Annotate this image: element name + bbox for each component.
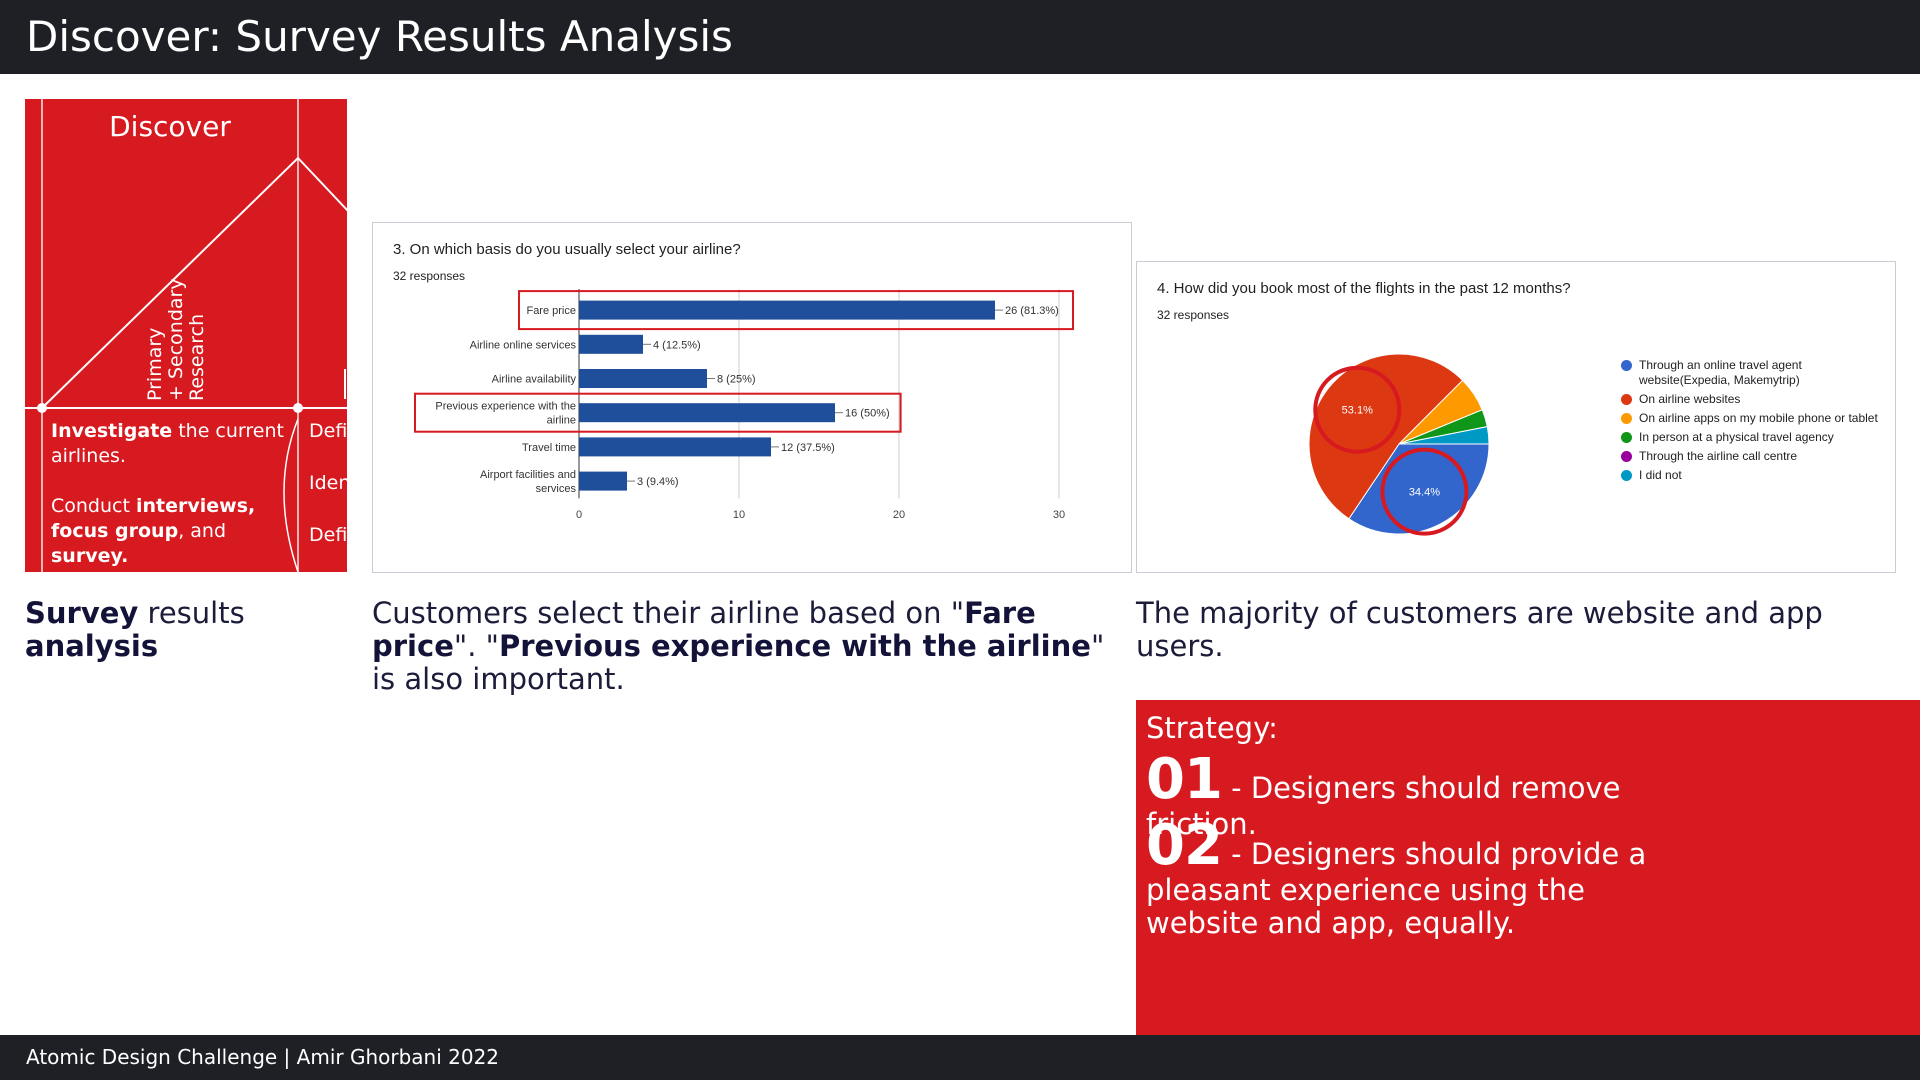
define-label-1: Defi bbox=[309, 420, 347, 442]
rotated-label-primary: Primary bbox=[144, 327, 166, 401]
x-tick-label: 10 bbox=[733, 509, 745, 521]
caption-bold-survey: Survey bbox=[25, 596, 139, 630]
caption-bold-previous-experience: Previous experience with the airline bbox=[499, 629, 1091, 663]
strategy-heading: Strategy: bbox=[1146, 711, 1278, 745]
category-label: Airline online services bbox=[470, 339, 577, 351]
data-label: 16 (50%) bbox=[845, 408, 890, 420]
category-label: Airport facilities and bbox=[480, 469, 576, 481]
bar bbox=[579, 471, 627, 491]
x-tick-label: 20 bbox=[893, 509, 905, 521]
survey-bold: survey. bbox=[51, 545, 129, 567]
strategy-box: Strategy: 01 - Designers should remove f… bbox=[1136, 700, 1920, 1035]
caption-center-b: ". " bbox=[453, 629, 499, 663]
double-diamond-panel: Discover Primary + Secondary Research In… bbox=[25, 99, 347, 572]
caption-bold-analysis: analysis bbox=[25, 629, 159, 663]
legend-item: I did not bbox=[1621, 468, 1881, 483]
legend-swatch bbox=[1621, 451, 1632, 462]
bar bbox=[579, 300, 995, 320]
data-label: 26 (81.3%) bbox=[1005, 305, 1059, 317]
pie-chart-card: 4. How did you book most of the flights … bbox=[1136, 261, 1896, 573]
strategy-number-2: 02 bbox=[1146, 813, 1223, 878]
caption-mid: results bbox=[138, 596, 245, 630]
data-label: 4 (12.5%) bbox=[653, 339, 701, 351]
pie-slice-label: 53.1% bbox=[1342, 405, 1373, 417]
legend-label: On airline websites bbox=[1639, 392, 1741, 406]
legend-item: On airline websites bbox=[1621, 392, 1881, 407]
data-label: 3 (9.4%) bbox=[637, 476, 679, 488]
investigate-bold: Investigate bbox=[51, 420, 173, 442]
category-label: Fare price bbox=[526, 305, 576, 317]
page-title: Discover: Survey Results Analysis bbox=[26, 12, 733, 61]
discover-label: Discover bbox=[109, 110, 231, 143]
bar-chart-card: 3. On which basis do you usually select … bbox=[372, 222, 1132, 573]
legend-label: In person at a physical travel agency bbox=[1639, 430, 1834, 444]
caption-center-a: Customers select their airline based on … bbox=[372, 596, 965, 630]
pie-legend: Through an online travel agent website(E… bbox=[1621, 358, 1881, 487]
legend-swatch bbox=[1621, 470, 1632, 481]
legend-item: Through the airline call centre bbox=[1621, 449, 1881, 464]
footer-bar: Atomic Design Challenge | Amir Ghorbani … bbox=[0, 1035, 1920, 1080]
header-bar: Discover: Survey Results Analysis bbox=[0, 0, 1920, 74]
category-label: Previous experience with the bbox=[435, 401, 576, 413]
legend-label: Through the airline call centre bbox=[1639, 449, 1798, 463]
pie-slice-label: 34.4% bbox=[1409, 487, 1440, 499]
category-label: Travel time bbox=[522, 442, 576, 454]
bar bbox=[579, 369, 707, 388]
footer-text: Atomic Design Challenge | Amir Ghorbani … bbox=[26, 1045, 500, 1069]
legend-swatch bbox=[1621, 432, 1632, 443]
data-label: 12 (37.5%) bbox=[781, 442, 835, 454]
focus-group-bold: focus group bbox=[51, 520, 179, 542]
strategy-number-1: 01 bbox=[1146, 747, 1223, 812]
and-text: , and bbox=[178, 520, 227, 542]
x-tick-label: 30 bbox=[1053, 509, 1065, 521]
rotated-label-secondary: + Secondary bbox=[165, 278, 187, 401]
caption-website-app-users: The majority of customers are website an… bbox=[1136, 596, 1823, 663]
legend-swatch bbox=[1621, 394, 1632, 405]
rotated-label-research: Research bbox=[186, 313, 208, 401]
legend-label: Through an online travel agent website(E… bbox=[1639, 358, 1802, 387]
legend-swatch bbox=[1621, 360, 1632, 371]
bar bbox=[579, 334, 643, 354]
caption-survey-analysis: Survey results analysis bbox=[25, 597, 355, 663]
category-label: airline bbox=[547, 415, 576, 427]
data-label: 8 (25%) bbox=[717, 374, 756, 386]
legend-item: Through an online travel agent website(E… bbox=[1621, 358, 1881, 388]
identify-label: Iden bbox=[309, 472, 347, 494]
category-label: Airline availability bbox=[492, 374, 577, 386]
caption-airline-selection: Customers select their airline based on … bbox=[372, 597, 1122, 696]
x-tick-label: 0 bbox=[576, 509, 582, 521]
legend-item: In person at a physical travel agency bbox=[1621, 430, 1881, 445]
conduct-text: Conduct bbox=[51, 495, 136, 517]
legend-label: On airline apps on my mobile phone or ta… bbox=[1639, 411, 1878, 425]
legend-label: I did not bbox=[1639, 468, 1682, 482]
legend-item: On airline apps on my mobile phone or ta… bbox=[1621, 411, 1881, 426]
strategy-text-2: - Designers should provide a pleasant ex… bbox=[1146, 837, 1647, 940]
interviews-bold: interviews, bbox=[135, 495, 256, 517]
discover-description: Investigate the current airlines. Conduc… bbox=[51, 419, 301, 572]
define-label-2: Defi bbox=[309, 524, 347, 546]
bar bbox=[579, 403, 835, 423]
strategy-item-2: 02 - Designers should provide a pleasant… bbox=[1146, 818, 1706, 940]
legend-swatch bbox=[1621, 413, 1632, 424]
bar bbox=[579, 437, 771, 457]
category-label: services bbox=[536, 483, 577, 495]
bar-chart: 0 10 20 30 Fare price 26 (81.3%) Airline onlin… bbox=[414, 289, 1074, 521]
